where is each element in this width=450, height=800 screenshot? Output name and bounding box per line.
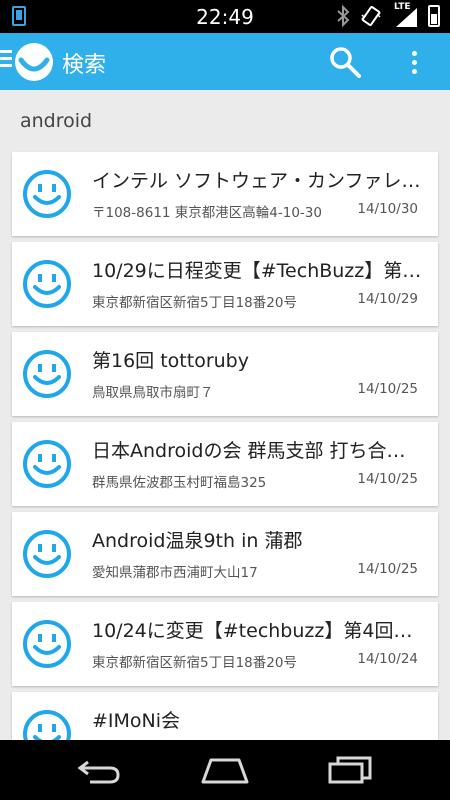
search-icon[interactable] (328, 45, 362, 79)
event-title: インテル ソフトウェア・カンファレンス (92, 170, 422, 192)
event-date: 14/10/25 (357, 471, 418, 487)
bluetooth-icon (337, 4, 350, 28)
event-title: Android温泉9th in 蒲郡 (92, 530, 303, 552)
navigation-bar (0, 740, 450, 800)
event-date: 14/10/24 (357, 651, 418, 667)
recent-apps-icon[interactable] (328, 756, 372, 784)
page-title: 検索 (62, 53, 107, 78)
event-address: 群馬県佐波郡玉村町福島325 (92, 475, 267, 491)
battery-icon (428, 5, 440, 27)
event-date: 14/10/25 (357, 381, 418, 397)
smiley-icon (23, 440, 71, 488)
app-bar: 検索 (0, 33, 450, 90)
event-card[interactable]: Android温泉9th in 蒲郡愛知県蒲郡市西浦町大山17 14/10/25 (12, 512, 438, 596)
event-title: 10/29に日程変更【#TechBuzz】第5回 (92, 260, 422, 282)
event-card[interactable]: 日本Androidの会 群馬支部 打ち合わせ群馬県佐波郡玉村町福島325 14/1… (12, 422, 438, 506)
signal-icon: LTE (392, 2, 418, 28)
home-icon[interactable] (201, 756, 249, 784)
event-address: 愛知県蒲郡市西浦町大山17 (92, 565, 258, 581)
overflow-menu-icon[interactable] (404, 45, 424, 79)
event-list: インテル ソフトウェア・カンファレンス〒108-8611 東京都港区高輪4-10… (12, 152, 438, 740)
event-card[interactable]: 10/29に日程変更【#TechBuzz】第5回東京都新宿区新宿5丁目18番20… (12, 242, 438, 326)
back-icon[interactable] (76, 756, 122, 784)
event-card[interactable]: 第16回 tottoruby 鳥取県鳥取市扇町７ 14/10/25 (12, 332, 438, 416)
smiley-icon (23, 710, 71, 740)
event-address: 〒108-8611 東京都港区高輪4-10-30 (92, 205, 322, 221)
event-card[interactable]: インテル ソフトウェア・カンファレンス〒108-8611 東京都港区高輪4-10… (12, 152, 438, 236)
event-address: 東京都新宿区新宿5丁目18番20号 (92, 295, 297, 311)
event-title: 日本Androidの会 群馬支部 打ち合わせ (92, 440, 422, 462)
smiley-icon (23, 620, 71, 668)
drawer-menu-icon[interactable] (0, 50, 12, 68)
vibrate-icon (361, 5, 381, 27)
event-title: 10/24に変更【#techbuzz】第4回Study (92, 620, 422, 642)
event-address: 東京都新宿区新宿5丁目18番20号 (92, 655, 297, 671)
search-results[interactable]: android インテル ソフトウェア・カンファレンス〒108-8611 東京都… (0, 90, 450, 740)
event-date: 14/10/29 (357, 291, 418, 307)
smiley-icon (23, 530, 71, 578)
event-title: #IMoNi会 (92, 710, 181, 732)
event-date: 14/10/25 (357, 561, 418, 577)
status-bar: 22:49 LTE (0, 0, 450, 33)
smiley-icon (23, 350, 71, 398)
smiley-icon (23, 260, 71, 308)
event-date: 14/10/30 (357, 201, 418, 217)
status-icons: LTE (336, 2, 440, 28)
event-address: 鳥取県鳥取市扇町７ (92, 385, 214, 401)
event-card[interactable]: 10/24に変更【#techbuzz】第4回Study 東京都新宿区新宿5丁目18… (12, 602, 438, 686)
app-logo-icon[interactable] (14, 42, 54, 82)
smiley-icon (23, 170, 71, 218)
network-type: LTE (394, 2, 411, 12)
search-query: android (20, 110, 93, 132)
event-title: 第16回 tottoruby (92, 350, 249, 372)
event-card[interactable]: #IMoNi会 (12, 692, 438, 740)
